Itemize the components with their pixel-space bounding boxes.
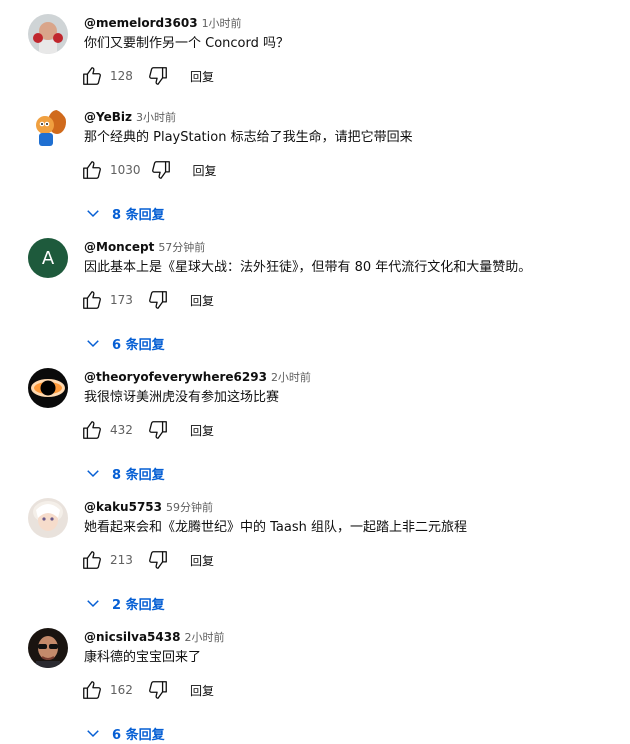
comment-time[interactable]: 57分钟前: [158, 241, 205, 254]
reply-button[interactable]: 回复: [190, 68, 214, 85]
squirrel-avatar-icon[interactable]: [28, 108, 68, 148]
view-replies-button[interactable]: 2 条回复: [84, 592, 165, 614]
thumbs-up-icon[interactable]: [80, 288, 104, 312]
like-count: 162: [110, 683, 133, 697]
thumbs-down-icon[interactable]: [146, 548, 170, 572]
reply-button[interactable]: 回复: [190, 292, 214, 309]
comment-actions: 213 回复: [80, 548, 214, 572]
letter-avatar-icon[interactable]: A: [28, 238, 68, 278]
reply-button[interactable]: 回复: [193, 162, 217, 179]
black-hole-avatar-icon[interactable]: [28, 368, 68, 408]
comment-header: @Moncept 57分钟前: [84, 238, 205, 254]
view-replies-button[interactable]: 8 条回复: [84, 462, 165, 484]
reply-button[interactable]: 回复: [190, 682, 214, 699]
chevron-down-icon: [84, 594, 112, 612]
comment-actions: 432 回复: [80, 418, 214, 442]
like-count: 432: [110, 423, 133, 437]
comment-text: 因此基本上是《星球大战：法外狂徒》，但带有 80 年代流行文化和大量赞助。: [84, 260, 532, 275]
comment-author[interactable]: @kaku5753: [84, 500, 162, 514]
view-replies-button[interactable]: 6 条回复: [84, 332, 165, 354]
comment-author[interactable]: @Moncept: [84, 240, 154, 254]
comment-time[interactable]: 59分钟前: [166, 501, 213, 514]
chevron-down-icon: [84, 724, 112, 742]
comment-text: 那个经典的 PlayStation 标志给了我生命，请把它带回来: [84, 130, 413, 145]
comment-time[interactable]: 2小时前: [184, 631, 224, 644]
man-sunglasses-avatar-icon[interactable]: [28, 628, 68, 668]
comment-text: 你们又要制作另一个 Concord 吗？: [84, 36, 290, 51]
replies-count-label: 8 条回复: [112, 467, 165, 483]
thumbs-up-icon[interactable]: [80, 418, 104, 442]
thumbs-down-icon[interactable]: [146, 64, 170, 88]
comment-header: @nicsilva5438 2小时前: [84, 628, 224, 644]
replies-count-label: 6 条回复: [112, 727, 165, 743]
view-replies-button[interactable]: 8 条回复: [84, 202, 165, 224]
like-count: 213: [110, 553, 133, 567]
comment-header: @memelord3603 1小时前: [84, 14, 242, 30]
comment-time[interactable]: 2小时前: [271, 371, 311, 384]
thumbs-up-icon[interactable]: [80, 64, 104, 88]
comment-header: @YeBiz 3小时前: [84, 108, 176, 124]
anime-girl-avatar-icon[interactable]: [28, 498, 68, 538]
like-count: 1030: [110, 163, 141, 177]
comment-author[interactable]: @theoryofeverywhere6293: [84, 370, 267, 384]
comment-text: 她看起来会和《龙腾世纪》中的 Taash 组队，一起踏上非二元旅程: [84, 520, 467, 535]
chevron-down-icon: [84, 464, 112, 482]
thumbs-up-icon[interactable]: [80, 548, 104, 572]
comment-text: 康科德的宝宝回来了: [84, 650, 202, 665]
comment-header: @kaku5753 59分钟前: [84, 498, 213, 514]
view-replies-button[interactable]: 6 条回复: [84, 722, 165, 744]
like-count: 128: [110, 69, 133, 83]
comment-header: @theoryofeverywhere6293 2小时前: [84, 368, 311, 384]
comment-actions: 128 回复: [80, 64, 214, 88]
comment-text: 我很惊讶美洲虎没有参加这场比赛: [84, 390, 280, 405]
replies-count-label: 2 条回复: [112, 597, 165, 613]
chevron-down-icon: [84, 334, 112, 352]
boxer-avatar-icon[interactable]: [28, 14, 68, 54]
comment-time[interactable]: 1小时前: [202, 17, 242, 30]
reply-button[interactable]: 回复: [190, 552, 214, 569]
thumbs-up-icon[interactable]: [80, 678, 104, 702]
comment-time[interactable]: 3小时前: [136, 111, 176, 124]
thumbs-up-icon[interactable]: [80, 158, 104, 182]
thumbs-down-icon[interactable]: [146, 678, 170, 702]
replies-count-label: 8 条回复: [112, 207, 165, 223]
comment-actions: 1030 回复: [80, 158, 217, 182]
comment-author[interactable]: @nicsilva5438: [84, 630, 180, 644]
reply-button[interactable]: 回复: [190, 422, 214, 439]
like-count: 173: [110, 293, 133, 307]
comment-actions: 162 回复: [80, 678, 214, 702]
thumbs-down-icon[interactable]: [146, 288, 170, 312]
avatar-letter: A: [41, 247, 55, 269]
chevron-down-icon: [84, 204, 112, 222]
thumbs-down-icon[interactable]: [146, 418, 170, 442]
replies-count-label: 6 条回复: [112, 337, 165, 353]
comment-actions: 173 回复: [80, 288, 214, 312]
comment-author[interactable]: @YeBiz: [84, 110, 132, 124]
thumbs-down-icon[interactable]: [149, 158, 173, 182]
comment-author[interactable]: @memelord3603: [84, 16, 198, 30]
